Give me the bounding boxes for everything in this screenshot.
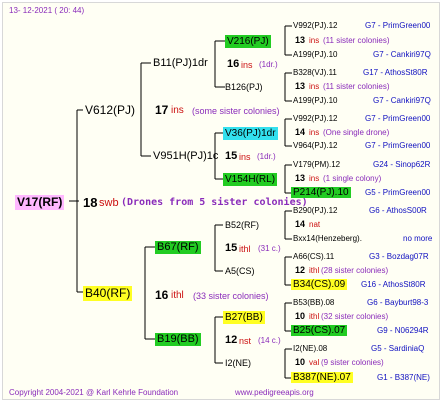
g3-4-insemination: nat xyxy=(309,220,321,229)
sire-name: V612(PJ) xyxy=(85,103,136,117)
g3-3-name: V154H(RL) xyxy=(223,173,278,186)
copyright: Copyright 2004-2021 @ Karl Kehrle Founda… xyxy=(9,388,179,397)
ss-insemination: ins xyxy=(241,60,253,70)
g3-7-dam: B387(NE).07 xyxy=(291,372,353,383)
gen1-insemination: swb xyxy=(99,197,119,209)
g3-0-name: V216(PJ) xyxy=(225,35,271,48)
dd-insemination: nst xyxy=(239,336,252,346)
dd-name: B19(BB) xyxy=(155,333,201,346)
g3-4-number: 14 xyxy=(295,219,306,229)
dam-number: 16 xyxy=(155,288,169,302)
g3-2-number: 14 xyxy=(295,127,306,137)
g3-0-sire-info: G7 - PrimGreen00 xyxy=(365,21,431,30)
g3-6-note: (32 sister colonies) xyxy=(321,312,389,321)
g3-0-dam: A199(PJ).10 xyxy=(293,50,338,59)
sd-name: V951H(PJ)1c xyxy=(153,150,219,162)
g3-3-sire-info: G24 - Sinop62R xyxy=(373,160,431,169)
g3-7-insemination: val xyxy=(309,358,320,367)
g3-1-number: 13 xyxy=(295,81,306,91)
g3-7-name: I2(NE) xyxy=(225,358,252,368)
g3-5-dam-info: G16 - AthosSt80R xyxy=(361,280,426,289)
g3-1-dam: A199(PJ).10 xyxy=(293,96,338,105)
g3-2-dam-info: G7 - PrimGreen00 xyxy=(365,141,431,150)
g3-3-dam-info: G5 - PrimGreen00 xyxy=(365,188,431,197)
g3-1-insemination: ins xyxy=(309,82,320,91)
gen1-note: (Drones from 5 sister colonies) xyxy=(121,197,308,208)
g3-4-sire-info: G6 - AthosS00R xyxy=(369,206,427,215)
g3-3-number: 13 xyxy=(295,173,306,183)
g3-6-dam-info: G9 - N06294R xyxy=(377,326,429,335)
gen1-number: 18 xyxy=(83,195,98,210)
dd-number: 12 xyxy=(225,334,238,346)
dam-name: B40(RF) xyxy=(83,286,133,301)
sd-note: (1dr.) xyxy=(257,152,276,161)
g3-2-name: V36(PJ)1dr xyxy=(223,127,278,140)
g3-4-dam-info: no more xyxy=(403,234,433,243)
g3-4-name: B52(RF) xyxy=(225,220,260,230)
g3-7-sire: I2(NE).08 xyxy=(293,344,328,353)
g3-5-number: 12 xyxy=(295,265,306,275)
g3-7-note: (9 sister colonies) xyxy=(321,358,384,367)
sire-note: (some sister colonies) xyxy=(192,106,280,116)
website-link[interactable]: www.pedigreeapis.org xyxy=(235,389,314,397)
g3-5-note: (28 sister colonies) xyxy=(321,266,389,275)
g3-7-dam-info: G1 - B387(NE) xyxy=(377,373,430,382)
g3-1-name: B126(PJ) xyxy=(225,82,263,92)
g3-1-note: (11 sister colonies) xyxy=(323,82,390,91)
ds-name: B67(RF) xyxy=(155,241,201,254)
g3-7-sire-info: G5 - SardiniaQ xyxy=(371,344,425,353)
g3-2-dam: V964(PJ).12 xyxy=(293,141,338,150)
g3-0-dam-info: G7 - Cankiri97Q xyxy=(373,50,431,59)
g3-2-sire-info: G7 - PrimGreen00 xyxy=(365,114,431,123)
timestamp: 13- 12-2021 ( 20: 44) xyxy=(9,6,85,15)
g3-0-note: (11 sister colonies) xyxy=(323,36,390,45)
sd-number: 15 xyxy=(225,150,238,162)
g3-4-dam: Bxx14(Henzeberg). xyxy=(293,234,362,243)
g3-7-number: 10 xyxy=(295,357,306,367)
g3-6-number: 10 xyxy=(295,311,306,321)
g3-3-sire: V179(PM).12 xyxy=(293,160,341,169)
ss-note: (1dr.) xyxy=(259,60,278,69)
g3-5-name: A5(CS) xyxy=(225,266,255,276)
g3-6-dam: B25(CS).07 xyxy=(291,325,348,336)
queen-label: V17(RF) xyxy=(15,195,65,210)
g3-3-insemination: ins xyxy=(309,174,320,183)
ds-number: 15 xyxy=(225,242,238,254)
g3-3-dam: P214(PJ).10 xyxy=(291,187,351,198)
sire-number: 17 xyxy=(155,103,169,117)
g3-0-sire: V992(PJ).12 xyxy=(293,21,338,30)
g3-0-number: 13 xyxy=(295,35,306,45)
dd-note: (14 c.) xyxy=(258,336,281,345)
dam-note: (33 sister colonies) xyxy=(193,291,269,301)
sire-insemination: ins xyxy=(171,105,184,116)
pedigree-diagram: 13- 12-2021 ( 20: 44) Copyright 2004-202… xyxy=(2,2,440,400)
g3-6-insemination: ithl xyxy=(309,312,320,321)
g3-3-note: (1 single colony) xyxy=(323,174,382,183)
g3-5-sire-info: G3 - Bozdag07R xyxy=(369,252,429,261)
g3-4-sire: B290(PJ).12 xyxy=(293,206,338,215)
ss-number: 16 xyxy=(227,58,240,70)
g3-2-insemination: ins xyxy=(309,128,320,137)
g3-0-insemination: ins xyxy=(309,36,320,45)
g3-1-sire-info: G17 - AthosSt80R xyxy=(363,68,428,77)
ds-insemination: ithl xyxy=(239,244,251,254)
g3-6-sire-info: G6 - Bayburt98-3 xyxy=(367,298,429,307)
g3-5-dam: B34(CS).09 xyxy=(291,279,348,290)
g3-5-sire: A66(CS).11 xyxy=(293,252,335,261)
g3-6-sire: B53(BB).08 xyxy=(293,298,335,307)
sd-insemination: ins xyxy=(239,152,251,162)
g3-1-sire: B328(VJ).11 xyxy=(293,68,337,77)
g3-2-sire: V992(PJ).12 xyxy=(293,114,338,123)
ds-note: (31 c.) xyxy=(258,244,281,253)
dam-insemination: ithl xyxy=(171,290,184,301)
g3-1-dam-info: G7 - Cankiri97Q xyxy=(373,96,431,105)
g3-6-name: B27(BB) xyxy=(223,311,265,324)
g3-5-insemination: ithl xyxy=(309,266,320,275)
g3-2-note: (One single drone) xyxy=(323,128,390,137)
ss-name: B11(PJ)1dr xyxy=(153,57,208,69)
